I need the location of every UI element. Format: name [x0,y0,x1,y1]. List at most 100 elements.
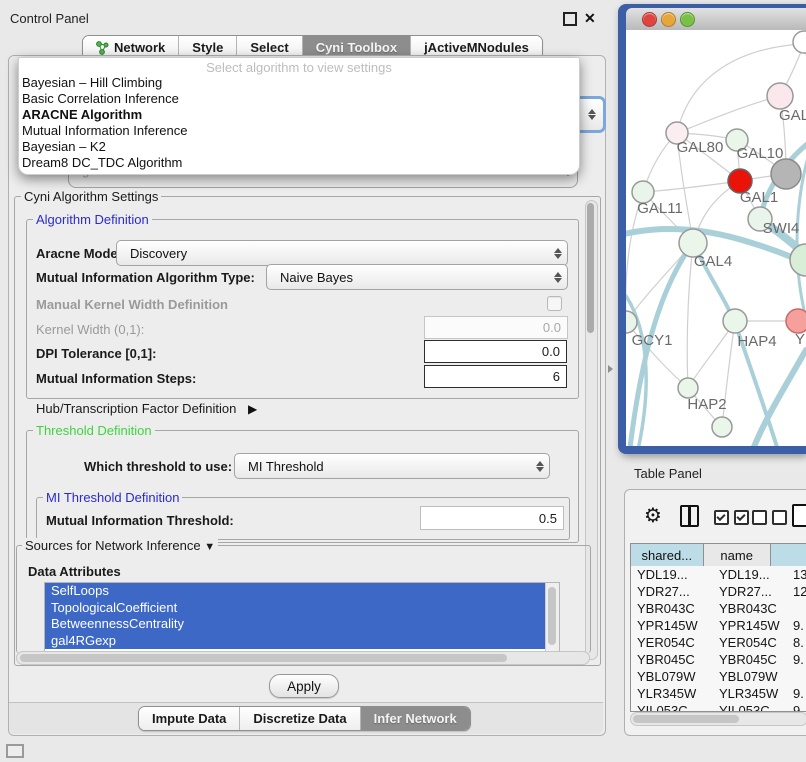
minimize-traffic-light-icon[interactable] [661,12,676,27]
algorithm-option[interactable]: Bayesian – Hill Climbing [19,75,579,91]
dock-panel-icon[interactable] [6,744,24,758]
column-header-shared-name[interactable]: shared... [631,544,704,566]
algorithm-option[interactable]: Basic Correlation Inference [19,91,579,107]
manual-kernel-label: Manual Kernel Width Definition [36,297,228,312]
table-row[interactable]: YBL079W YBL079W [631,668,806,685]
list-item[interactable]: TopologicalCoefficient [45,600,546,617]
document-icon[interactable] [792,504,806,527]
network-graph: GAL80 GAL10 GAL1 GAL11 GAL4 SWI4 GCY1 HA… [626,30,806,446]
cell: YPR145W [637,617,698,634]
dpi-tolerance-label: DPI Tolerance [0,1]: [36,346,156,361]
cell: YBL079W [637,668,696,685]
tab-style-label: Style [192,40,223,55]
table-row[interactable]: YPR145W YPR145W 9. [631,617,806,634]
gear-icon[interactable]: ⚙ [644,503,662,527]
mi-algorithm-type-select[interactable]: Naive Bayes [266,264,568,290]
table-row[interactable]: YIL053C YIL053C 9 [631,702,806,712]
zoom-traffic-light-icon[interactable] [680,12,695,27]
scrollbar-thumb[interactable] [633,715,739,723]
table-row[interactable]: YER054C YER054C 8. [631,634,806,651]
network-icon [96,41,109,55]
table-row[interactable]: YBR043C YBR043C [631,600,806,617]
float-icon[interactable] [563,12,577,26]
tab-select-label: Select [250,40,288,55]
node[interactable] [771,159,801,189]
settings-horizontal-scrollbar[interactable] [16,651,590,665]
cell: 8. [793,634,804,651]
splitter-handle-icon[interactable] [608,365,613,373]
close-icon[interactable]: ✕ [584,11,596,25]
apply-button-label: Apply [287,679,321,694]
column-header-partial[interactable] [771,544,806,566]
close-traffic-light-icon[interactable] [642,12,657,27]
kernel-width-label: Kernel Width (0,1): [36,322,144,337]
data-attributes-label: Data Attributes [28,564,121,579]
aracne-mode-label: Aracne Mode: [36,246,122,261]
table-row[interactable]: YBR045C YBR045C 9. [631,651,806,668]
stepper-arrows-icon [549,248,567,259]
node-hap2[interactable] [678,378,698,398]
select-all-columns-button[interactable] [714,510,749,525]
scrollbar-thumb[interactable] [548,587,556,645]
table-horizontal-scrollbar[interactable] [630,712,806,726]
tab-infer-network-label: Infer Network [374,711,457,726]
list-item[interactable]: BetweennessCentrality [45,616,546,633]
table-row[interactable]: YLR345W YLR345W 9. [631,685,806,702]
tab-impute-data[interactable]: Impute Data [139,707,240,730]
hub-factor-expander[interactable]: Hub/Transcription Factor Definition ▶ [36,401,257,416]
node[interactable] [712,417,732,437]
bottom-tabbar: Impute Data Discretize Data Infer Networ… [138,706,471,731]
node-label: GAL1 [740,189,778,206]
algorithm-option[interactable]: Mutual Information Inference [19,123,579,139]
algorithm-dropdown-placeholder: Select algorithm to view settings [19,60,579,75]
list-item[interactable]: SelfLoops [45,583,546,600]
threshold-definition-title: Threshold Definition [33,423,155,438]
cell: YDL19... [719,566,770,583]
node-label: HAP2 [687,396,726,413]
node-hap4[interactable] [723,309,747,333]
algorithm-option-selected[interactable]: ARACNE Algorithm [19,107,579,123]
manual-kernel-checkbox[interactable] [547,296,562,311]
kernel-width-field[interactable]: 0.0 [424,316,568,339]
cell: YIL053C [637,702,688,712]
dpi-tolerance-field[interactable]: 0.0 [424,340,567,363]
list-item[interactable]: gal4RGexp [45,633,546,650]
which-threshold-label: Which threshold to use: [84,459,232,474]
mi-steps-field[interactable]: 6 [424,365,567,388]
node-label: GAL10 [737,145,784,162]
tab-discretize-data-label: Discretize Data [253,711,346,726]
node[interactable] [793,31,806,53]
node[interactable] [786,309,806,333]
scrollbar-thumb[interactable] [587,203,594,333]
apply-button[interactable]: Apply [269,674,339,698]
application-window: Control Panel ✕ Network Style Select [0,0,806,762]
node-label: HAP4 [737,333,776,350]
tab-discretize-data[interactable]: Discretize Data [240,707,360,730]
column-header-name[interactable]: name [704,544,771,566]
scrollbar-thumb[interactable] [20,654,507,662]
which-threshold-select[interactable]: MI Threshold [234,453,550,479]
tab-infer-network[interactable]: Infer Network [361,707,470,730]
aracne-mode-select[interactable]: Discovery [116,240,568,266]
aracne-mode-value: Discovery [117,246,549,261]
tab-network-label: Network [114,40,165,55]
node[interactable] [767,83,793,109]
cell: YBR043C [719,600,777,617]
node-label: GCY1 [632,332,673,349]
mi-threshold-field[interactable]: 0.5 [420,506,564,530]
network-canvas[interactable]: GAL80 GAL10 GAL1 GAL11 GAL4 SWI4 GCY1 HA… [626,30,806,446]
list-vertical-scrollbar[interactable] [545,583,559,653]
network-window-titlebar[interactable] [626,8,806,31]
table-row[interactable]: YDR27... YDR27... 12 [631,583,806,600]
columns-icon[interactable] [680,505,699,527]
sources-group-header[interactable]: Sources for Network Inference ▼ [22,538,218,553]
node-label: SWI4 [763,220,800,237]
algorithm-option[interactable]: Dream8 DC_TDC Algorithm [19,155,579,171]
cell: YER054C [719,634,777,651]
deselect-all-columns-button[interactable] [752,510,787,525]
checked-box-icon [714,510,729,525]
table-row[interactable]: YDL19... YDL19... 13 [631,566,806,583]
algorithm-option[interactable]: Bayesian – K2 [19,139,579,155]
unchecked-box-icon [752,510,767,525]
mi-threshold-value: 0.5 [539,511,563,526]
